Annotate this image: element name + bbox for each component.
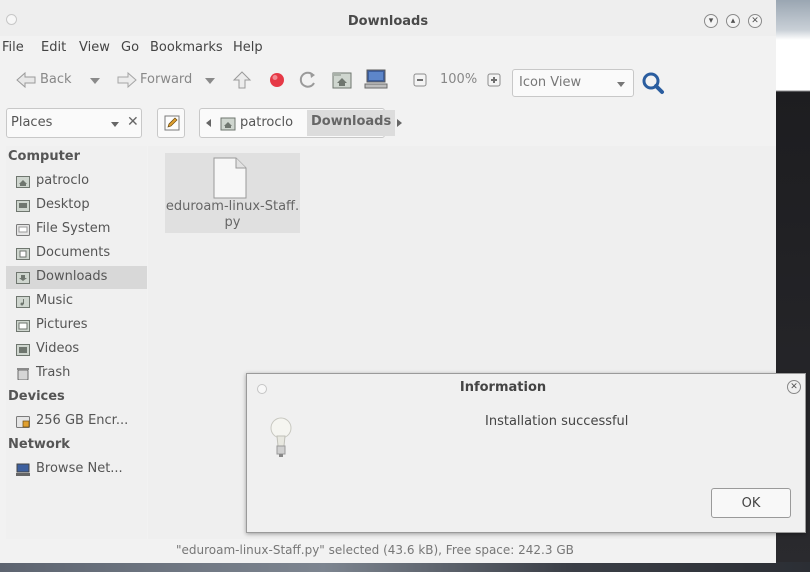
sidebar: Computer patroclo Desktop File System Do… bbox=[6, 146, 147, 539]
drive-icon bbox=[16, 224, 30, 236]
sidebar-item-patroclo[interactable]: patroclo bbox=[6, 170, 147, 193]
menu-view[interactable]: View bbox=[79, 40, 110, 55]
sidebar-item-music[interactable]: Music bbox=[6, 290, 147, 313]
edit-pencil-icon bbox=[164, 115, 180, 131]
desktop-taskbar-edge bbox=[0, 562, 810, 572]
reload-icon[interactable] bbox=[298, 70, 318, 90]
side-pane-select[interactable]: Places ✕ bbox=[6, 108, 142, 138]
sidebar-item-videos[interactable]: Videos bbox=[6, 338, 147, 361]
maximize-button[interactable]: ▴ bbox=[726, 14, 740, 28]
ok-button[interactable]: OK bbox=[711, 488, 791, 518]
sidebar-item-downloads[interactable]: Downloads bbox=[6, 266, 147, 289]
back-arrow-icon[interactable] bbox=[15, 71, 37, 89]
forward-arrow-icon[interactable] bbox=[116, 71, 138, 89]
home-folder-icon bbox=[16, 176, 30, 188]
sidebar-item-label: File System bbox=[36, 221, 111, 236]
menu-bar: File Edit View Go Bookmarks Help bbox=[0, 37, 776, 59]
home-folder-icon bbox=[220, 117, 236, 131]
sidebar-item-pictures[interactable]: Pictures bbox=[6, 314, 147, 337]
computer-icon[interactable] bbox=[364, 68, 388, 90]
pictures-folder-icon bbox=[16, 320, 30, 332]
encrypted-drive-icon bbox=[16, 416, 30, 428]
status-bar: "eduroam-linux-Staff.py" selected (43.6 … bbox=[148, 540, 776, 562]
sidebar-item-encrypted-volume[interactable]: 256 GB Encr... bbox=[6, 410, 147, 433]
minimize-button[interactable]: ▾ bbox=[704, 14, 718, 28]
sidebar-item-label: Documents bbox=[36, 245, 111, 260]
sidebar-item-label: 256 GB Encr... bbox=[36, 413, 129, 428]
forward-history-chevron-icon[interactable] bbox=[205, 78, 215, 84]
sidebar-item-label: Trash bbox=[36, 365, 71, 380]
network-icon bbox=[16, 463, 30, 476]
sidebar-item-label: Browse Net... bbox=[36, 461, 123, 476]
sidebar-item-label: Pictures bbox=[36, 317, 88, 332]
documents-folder-icon bbox=[16, 248, 30, 260]
back-button[interactable]: Back bbox=[40, 72, 72, 87]
sidebar-item-label: Desktop bbox=[36, 197, 90, 212]
sidebar-item-documents[interactable]: Documents bbox=[6, 242, 147, 265]
back-history-chevron-icon[interactable] bbox=[90, 78, 100, 84]
music-folder-icon bbox=[16, 296, 30, 308]
information-dialog: Information ✕ Installation successful OK bbox=[246, 373, 806, 533]
sidebar-item-label: Downloads bbox=[36, 269, 108, 284]
side-pane-label: Places bbox=[11, 115, 53, 130]
forward-button[interactable]: Forward bbox=[140, 72, 192, 87]
search-icon[interactable] bbox=[641, 71, 665, 95]
menu-bookmarks[interactable]: Bookmarks bbox=[150, 40, 223, 55]
downloads-folder-icon bbox=[16, 272, 30, 284]
file-name-line2: py bbox=[224, 215, 241, 230]
menu-help[interactable]: Help bbox=[233, 40, 263, 55]
sidebar-heading-computer: Computer bbox=[8, 149, 81, 164]
breadcrumb: patroclo Downloads bbox=[199, 108, 402, 138]
file-name: eduroam-linux-Staff. py bbox=[165, 199, 300, 231]
home-folder-icon[interactable] bbox=[331, 69, 353, 91]
breadcrumb-downloads[interactable]: Downloads bbox=[307, 110, 396, 136]
sidebar-heading-devices: Devices bbox=[8, 389, 65, 404]
sidebar-item-trash[interactable]: Trash bbox=[6, 362, 147, 385]
view-mode-chevron-icon bbox=[617, 82, 625, 87]
dialog-close-button[interactable]: ✕ bbox=[787, 380, 801, 394]
zoom-in-icon[interactable] bbox=[487, 73, 501, 87]
text-file-icon bbox=[213, 157, 247, 199]
close-side-pane-icon[interactable]: ✕ bbox=[127, 114, 139, 130]
trash-icon bbox=[17, 368, 29, 380]
status-text: "eduroam-linux-Staff.py" selected (43.6 … bbox=[176, 543, 574, 557]
sidebar-item-label: Music bbox=[36, 293, 73, 308]
breadcrumb-left-arrow-icon[interactable] bbox=[206, 119, 211, 127]
dialog-message: Installation successful bbox=[485, 414, 629, 429]
view-mode-value: Icon View bbox=[519, 75, 582, 90]
videos-folder-icon bbox=[16, 344, 30, 356]
lightbulb-icon bbox=[270, 417, 292, 457]
sidebar-heading-network: Network bbox=[8, 437, 70, 452]
menu-go[interactable]: Go bbox=[121, 40, 139, 55]
stop-icon[interactable] bbox=[268, 71, 286, 89]
sidebar-item-file-system[interactable]: File System bbox=[6, 218, 147, 241]
sidebar-item-label: patroclo bbox=[36, 173, 90, 188]
file-name-line1: eduroam-linux-Staff. bbox=[165, 199, 300, 214]
title-bar[interactable]: Downloads ▾ ▴ ✕ bbox=[0, 0, 776, 36]
close-button[interactable]: ✕ bbox=[748, 14, 762, 28]
side-pane-chevron-icon bbox=[111, 122, 119, 127]
zoom-level: 100% bbox=[440, 72, 478, 87]
window-title: Downloads bbox=[347, 14, 429, 29]
desktop-folder-icon bbox=[16, 200, 30, 212]
breadcrumb-right-arrow-icon[interactable] bbox=[397, 119, 402, 127]
menu-edit[interactable]: Edit bbox=[41, 40, 66, 55]
breadcrumb-patroclo[interactable]: patroclo bbox=[240, 115, 293, 130]
sidebar-item-label: Videos bbox=[36, 341, 80, 356]
sidebar-item-desktop[interactable]: Desktop bbox=[6, 194, 147, 217]
menu-file[interactable]: File bbox=[2, 40, 24, 55]
view-mode-select[interactable]: Icon View bbox=[512, 69, 634, 97]
toggle-location-entry-button[interactable] bbox=[157, 108, 185, 138]
zoom-out-icon[interactable] bbox=[413, 73, 427, 87]
sidebar-item-browse-network[interactable]: Browse Net... bbox=[6, 458, 147, 481]
dialog-title: Information bbox=[459, 380, 547, 395]
up-arrow-icon[interactable] bbox=[232, 70, 252, 90]
